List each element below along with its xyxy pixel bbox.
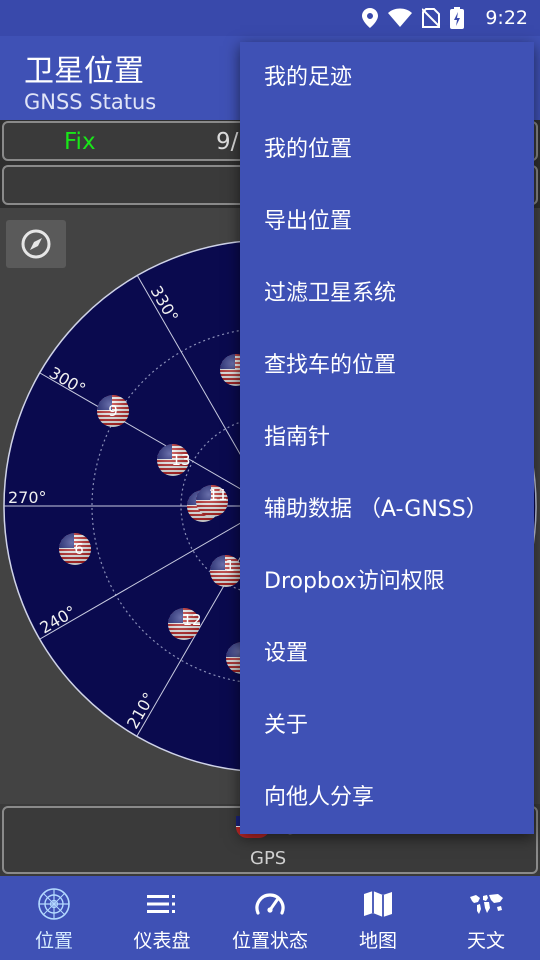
nav-item-status[interactable]: 位置状态 [216,876,324,960]
satellite-label: 12 [182,611,201,629]
wifi-icon [388,8,412,27]
no-sim-icon [422,8,440,28]
constellation-label: GPS [250,848,287,869]
nav-label: 位置状态 [231,930,308,952]
map-icon [360,888,396,920]
satellite-label: 9 [108,402,118,420]
nav-item-position[interactable]: 位置 [0,876,108,960]
menu-item-settings[interactable]: 设置 [240,618,534,690]
menu-item-my-location[interactable]: 我的位置 [240,114,534,186]
menu-item-filter-systems[interactable]: 过滤卫星系统 [240,258,534,330]
nav-label: 位置 [34,930,73,952]
nav-item-astronomy[interactable]: 天文 [432,876,540,960]
nav-label: 仪表盘 [133,930,191,952]
overflow-menu: 我的足迹 我的位置 导出位置 过滤卫星系统 查找车的位置 指南针 辅助数据 （A… [240,42,534,834]
menu-item-export-location[interactable]: 导出位置 [240,186,534,258]
satellite-label: 13 [171,451,190,469]
menu-item-find-car[interactable]: 查找车的位置 [240,330,534,402]
fix-status: Fix [64,129,96,155]
status-icons [362,6,464,30]
speedometer-icon [252,888,288,920]
app-title: 卫星位置 [24,54,144,89]
status-bar: 9:22 [0,0,540,36]
satellite-label: 6 [74,540,84,558]
bottom-navigation: 位置 仪表盘 位置状态 地图 天文 [0,876,540,960]
menu-item-my-tracks[interactable]: 我的足迹 [240,42,534,114]
nav-label: 天文 [466,930,505,952]
satellite-label: 1 [225,557,235,575]
satellite-count: 9/ [216,129,239,155]
nav-label: 地图 [358,930,397,952]
satellite-1: 1 [210,555,242,587]
satellite-9: 9 [97,395,129,427]
menu-item-share[interactable]: 向他人分享 [240,762,534,834]
satellite-label: 11 [208,486,227,504]
azimuth-label-270: 270° [8,488,47,507]
satellite-6: 6 [59,533,91,565]
satellite-11: 11 [196,485,228,517]
radar-icon [36,888,72,920]
nav-item-map[interactable]: 地图 [324,876,432,960]
world-map-icon [468,888,504,920]
menu-item-about[interactable]: 关于 [240,690,534,762]
menu-item-dropbox[interactable]: Dropbox访问权限 [240,546,534,618]
dashboard-list-icon [144,888,180,920]
app-subtitle: GNSS Status [24,90,157,114]
battery-charging-icon [450,7,464,29]
nav-item-dashboard[interactable]: 仪表盘 [108,876,216,960]
menu-item-agnss[interactable]: 辅助数据 （A-GNSS） [240,474,534,546]
location-pin-icon [362,8,378,28]
status-time: 9:22 [485,7,528,29]
menu-item-compass[interactable]: 指南针 [240,402,534,474]
